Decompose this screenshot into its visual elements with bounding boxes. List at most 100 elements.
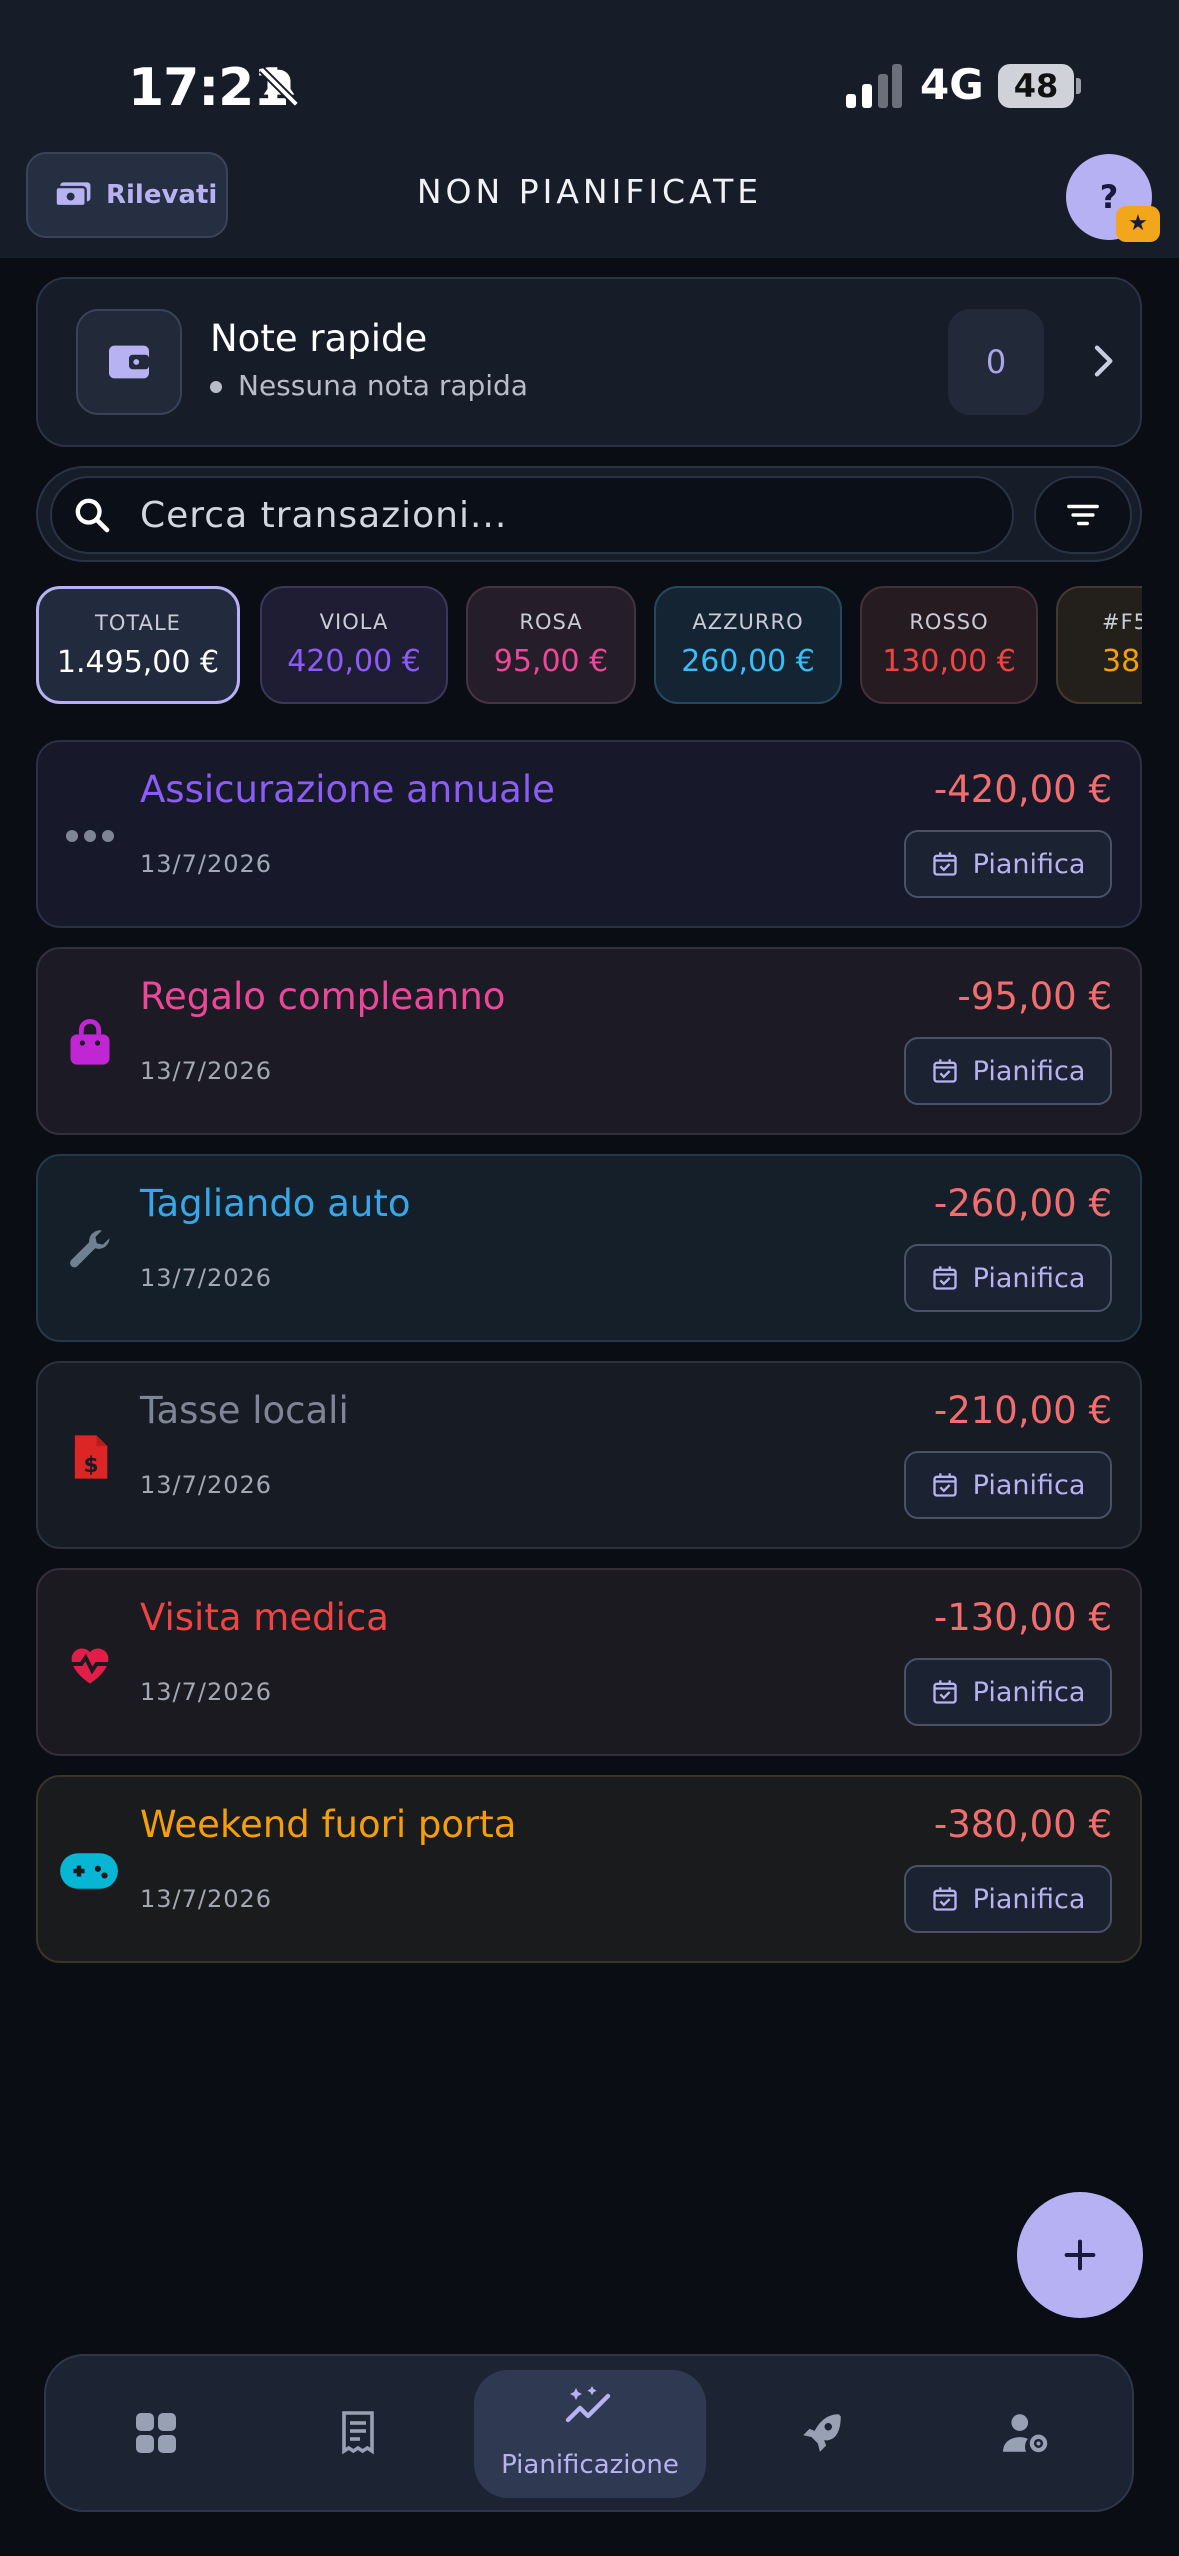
- pianifica-label: Pianifica: [972, 1676, 1086, 1708]
- transaction-name: Tagliando auto: [140, 1182, 411, 1225]
- filter-button[interactable]: [1034, 476, 1132, 554]
- transaction-amount: -380,00 €: [933, 1803, 1112, 1846]
- pianifica-label: Pianifica: [972, 848, 1086, 880]
- pianifica-button[interactable]: Pianifica: [904, 1037, 1112, 1105]
- page-title: NON PIANIFICATE: [416, 172, 763, 211]
- pianifica-label: Pianifica: [972, 1055, 1086, 1087]
- dashboard-icon: [136, 2413, 176, 2453]
- chip-value: 420,00 €: [287, 644, 421, 679]
- network-type: 4G: [920, 60, 984, 109]
- transaction-amount: -95,00 €: [957, 975, 1112, 1018]
- planning-icon: [565, 2386, 611, 2423]
- transaction-name: Visita medica: [140, 1596, 389, 1639]
- transaction-date: 13/7/2026: [140, 1678, 273, 1706]
- calendar-check-icon: [932, 1680, 957, 1704]
- calendar-check-icon: [932, 852, 957, 876]
- wrench-icon: [70, 1230, 110, 1268]
- star-badge-icon: ★: [1116, 206, 1160, 242]
- transaction-date: 13/7/2026: [140, 1885, 273, 1913]
- status-dot: [210, 381, 222, 393]
- gamepad-icon: [60, 1853, 118, 1889]
- battery-tip: [1076, 78, 1081, 94]
- transaction-card[interactable]: Tagliando auto 13/7/2026 -260,00 € Piani…: [36, 1154, 1142, 1342]
- chip-value: 95,00 €: [493, 644, 609, 679]
- search-input[interactable]: Cerca transazioni...: [50, 476, 1014, 554]
- nav-item-transactions[interactable]: [278, 2356, 438, 2510]
- chip-label: VIOLA: [319, 610, 389, 634]
- transaction-card[interactable]: Weekend fuori porta 13/7/2026 -380,00 € …: [36, 1775, 1142, 1963]
- search-icon: [75, 498, 110, 533]
- transaction-date: 13/7/2026: [140, 850, 273, 878]
- svg-text:$: $: [84, 1453, 99, 1478]
- transaction-name: Assicurazione annuale: [140, 768, 555, 811]
- chip-label: ROSA: [519, 610, 583, 634]
- pianifica-button[interactable]: Pianifica: [904, 1451, 1112, 1519]
- notes-icon-box: [76, 309, 182, 415]
- chip-label: TOTALE: [95, 611, 181, 635]
- pianifica-label: Pianifica: [972, 1883, 1086, 1915]
- plus-icon: [1064, 2239, 1096, 2271]
- calendar-check-icon: [932, 1059, 957, 1083]
- transaction-amount: -130,00 €: [933, 1596, 1112, 1639]
- transaction-name: Regalo compleanno: [140, 975, 506, 1018]
- category-filter-chips: TOTALE 1.495,00 € VIOLA 420,00 € ROSA 95…: [36, 586, 1142, 706]
- pianifica-label: Pianifica: [972, 1469, 1086, 1501]
- transaction-card[interactable]: Regalo compleanno 13/7/2026 -95,00 € Pia…: [36, 947, 1142, 1135]
- transaction-amount: -420,00 €: [933, 768, 1112, 811]
- nav-item-goals[interactable]: [742, 2356, 902, 2510]
- bell-muted-icon: [259, 67, 299, 107]
- shopping-bag-icon: [70, 1018, 110, 1065]
- chip-azzurro[interactable]: AZZURRO 260,00 €: [654, 586, 842, 704]
- nav-item-dashboard[interactable]: [76, 2356, 236, 2510]
- transaction-amount: -210,00 €: [933, 1389, 1112, 1432]
- top-bar: 17:21 4G 48 Rilevati NON PIANIFICATE ? ★: [0, 0, 1179, 258]
- transaction-name: Weekend fuori porta: [140, 1803, 517, 1846]
- transaction-amount: -260,00 €: [933, 1182, 1112, 1225]
- sort-icon: [1067, 504, 1099, 526]
- battery-indicator: 48: [998, 64, 1074, 108]
- transaction-name: Tasse locali: [140, 1389, 349, 1432]
- user-settings-icon: [1003, 2414, 1048, 2453]
- wallet-icon: [109, 345, 149, 379]
- chip-viola[interactable]: VIOLA 420,00 €: [260, 586, 448, 704]
- transaction-date: 13/7/2026: [140, 1057, 273, 1085]
- chip-value: 380,: [1102, 644, 1142, 679]
- invoice-icon: $: [74, 1435, 108, 1479]
- search-placeholder: Cerca transazioni...: [140, 494, 508, 536]
- quick-notes-title: Note rapide: [210, 317, 428, 360]
- chip-rosso[interactable]: ROSSO 130,00 €: [860, 586, 1038, 704]
- calendar-check-icon: [932, 1473, 957, 1497]
- transaction-card[interactable]: Assicurazione annuale 13/7/2026 -420,00 …: [36, 740, 1142, 928]
- pianifica-button[interactable]: Pianifica: [904, 830, 1112, 898]
- pianifica-button[interactable]: Pianifica: [904, 1658, 1112, 1726]
- nav-pianificazione-label: Pianificazione: [501, 2450, 679, 2480]
- nav-item-account[interactable]: [946, 2356, 1106, 2510]
- calendar-check-icon: [932, 1266, 957, 1290]
- quick-notes-count: 0: [948, 309, 1044, 415]
- pianifica-button[interactable]: Pianifica: [904, 1244, 1112, 1312]
- dots-icon: [66, 830, 114, 842]
- quick-notes-card[interactable]: Note rapide Nessuna nota rapida 0: [36, 277, 1142, 447]
- chip-totale[interactable]: TOTALE 1.495,00 €: [36, 586, 240, 704]
- quick-notes-subtitle: Nessuna nota rapida: [210, 369, 528, 402]
- pianifica-button[interactable]: Pianifica: [904, 1865, 1112, 1933]
- chip-label: AZZURRO: [692, 610, 804, 634]
- transaction-date: 13/7/2026: [140, 1471, 273, 1499]
- heart-pulse-icon: [70, 1648, 110, 1684]
- transaction-card[interactable]: $ Tasse locali 13/7/2026 -210,00 € Piani…: [36, 1361, 1142, 1549]
- chip-value: 260,00 €: [681, 644, 815, 679]
- add-transaction-button[interactable]: [1017, 2192, 1143, 2318]
- chip-label: #F5: [1102, 610, 1142, 634]
- chip-f5[interactable]: #F5 380,: [1056, 586, 1142, 704]
- chip-value: 1.495,00 €: [56, 645, 220, 680]
- nav-item-pianificazione[interactable]: [474, 2356, 706, 2456]
- signal-icon: [846, 64, 902, 108]
- transaction-card[interactable]: Visita medica 13/7/2026 -130,00 € Pianif…: [36, 1568, 1142, 1756]
- receipt-icon: [342, 2411, 374, 2455]
- chip-label: ROSSO: [909, 610, 989, 634]
- pianifica-label: Pianifica: [972, 1262, 1086, 1294]
- chip-rosa[interactable]: ROSA 95,00 €: [466, 586, 636, 704]
- calendar-check-icon: [932, 1887, 957, 1911]
- chip-value: 130,00 €: [882, 644, 1016, 679]
- chevron-right-icon[interactable]: [1082, 341, 1122, 381]
